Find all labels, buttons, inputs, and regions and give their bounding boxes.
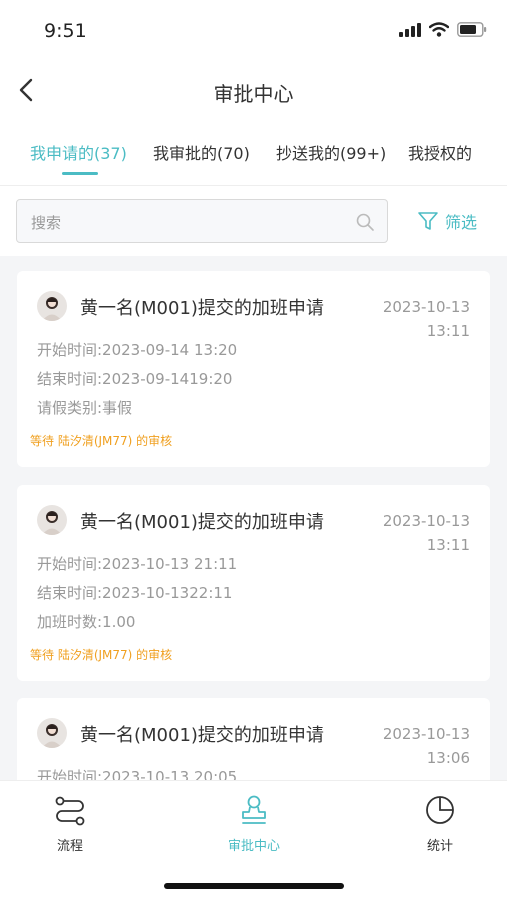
card-title: 黄一名(M001)提交的加班申请: [80, 725, 324, 746]
avatar: [37, 718, 67, 748]
bottom-nav-approval-center-label: 审批中心: [227, 839, 280, 854]
leave-type: 请假类别:事假: [37, 399, 133, 417]
start-time: 开始时间:2023-09-14 13:20: [37, 341, 238, 359]
tab-my-applications[interactable]: 我申请的(37): [30, 140, 127, 164]
tab-bar: 我申请的(37) 我审批的(70) 抄送我的(99+) 我授权的: [0, 140, 507, 170]
card-date-day: 2023-10-13: [382, 725, 470, 743]
end-time: 结束时间:2023-09-1419:20: [37, 370, 233, 388]
card-date: 2023-10-13 13:06: [383, 722, 470, 770]
approval-status: 等待 陆汐清(JM77) 的审核: [30, 648, 173, 662]
application-card[interactable]: 黄一名(M001)提交的加班申请 2023-10-13 13:11 开始时间:2…: [17, 485, 490, 681]
card-date-time: 13:11: [426, 536, 470, 554]
pie-chart-icon: [426, 796, 454, 824]
battery-icon: [457, 22, 487, 37]
tab-cc-to-me[interactable]: 抄送我的(99+): [276, 140, 386, 164]
search-input[interactable]: 搜索: [16, 199, 388, 243]
bottom-nav-statistics-label: 统计: [426, 839, 453, 854]
start-time: 开始时间:2023-10-13 20:05: [37, 768, 238, 780]
header-area: 9:51 审批中心 我申请的(37) 我审批的(70) 抄送我的(99+) 我授…: [0, 0, 507, 185]
signal-icon: [399, 22, 421, 37]
bottom-nav-statistics[interactable]: 统计: [390, 793, 490, 854]
overtime-hours: 加班时数:1.00: [37, 613, 136, 631]
card-title: 黄一名(M001)提交的加班申请: [80, 512, 324, 533]
search-placeholder: 搜索: [31, 214, 62, 232]
end-time: 结束时间:2023-10-1322:11: [37, 584, 233, 602]
avatar: [37, 291, 67, 321]
bottom-nav: 流程 审批中心 统计: [0, 780, 507, 901]
home-indicator: [164, 883, 344, 889]
filter-button[interactable]: 筛选: [417, 209, 477, 233]
card-date-day: 2023-10-13: [382, 512, 470, 530]
search-icon: [356, 213, 374, 231]
bottom-nav-flow[interactable]: 流程: [20, 793, 120, 854]
status-time: 9:51: [44, 20, 87, 42]
card-date: 2023-10-13 13:11: [383, 295, 470, 343]
filter-icon: [418, 212, 438, 230]
page-title: 审批中心: [213, 82, 294, 106]
card-date-day: 2023-10-13: [382, 298, 470, 316]
wifi-icon: [429, 22, 449, 37]
card-date-time: 13:06: [426, 749, 470, 767]
card-date-time: 13:11: [426, 322, 470, 340]
card-date: 2023-10-13 13:11: [383, 509, 470, 557]
approval-status: 等待 陆汐清(JM77) 的审核: [30, 434, 173, 448]
application-card[interactable]: 黄一名(M001)提交的加班申请 2023-10-13 13:11 开始时间:2…: [17, 271, 490, 467]
tab-my-approvals[interactable]: 我审批的(70): [153, 140, 250, 164]
filter-label: 筛选: [445, 213, 478, 232]
avatar: [37, 505, 67, 535]
application-list: 黄一名(M001)提交的加班申请 2023-10-13 13:11 开始时间:2…: [0, 256, 507, 780]
stamp-icon: [242, 795, 266, 824]
status-icons: [399, 22, 487, 37]
tab-my-authorizations[interactable]: 我授权的: [408, 140, 472, 164]
flow-icon: [55, 796, 85, 826]
card-title: 黄一名(M001)提交的加班申请: [80, 298, 324, 319]
start-time: 开始时间:2023-10-13 21:11: [37, 555, 238, 573]
application-card[interactable]: 黄一名(M001)提交的加班申请 2023-10-13 13:06 开始时间:2…: [17, 698, 490, 780]
bottom-nav-approval-center[interactable]: 审批中心: [204, 793, 304, 854]
active-tab-indicator: [62, 172, 98, 175]
search-bar: 搜索 筛选: [0, 185, 507, 256]
bottom-nav-flow-label: 流程: [56, 839, 83, 854]
